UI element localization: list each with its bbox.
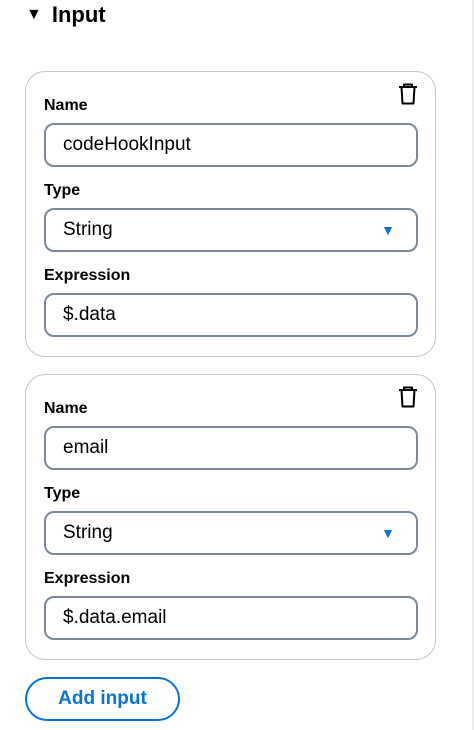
trash-icon[interactable]	[397, 385, 419, 409]
trash-icon[interactable]	[397, 82, 419, 106]
expression-value: $.data	[63, 304, 116, 325]
input-section-header[interactable]: ▼ Input	[26, 0, 106, 30]
type-value: String	[63, 219, 113, 240]
name-input[interactable]: email	[44, 426, 418, 470]
type-label: Type	[44, 485, 81, 502]
caret-down-icon: ▼	[26, 6, 42, 23]
expression-input[interactable]: $.data.email	[44, 596, 418, 640]
name-value: codeHookInput	[63, 134, 191, 155]
expression-input[interactable]: $.data	[44, 293, 418, 337]
name-input[interactable]: codeHookInput	[44, 123, 418, 167]
caret-down-icon: ▼	[381, 525, 395, 541]
expression-label: Expression	[44, 570, 131, 587]
add-input-button[interactable]: Add input	[25, 677, 180, 721]
name-label: Name	[44, 97, 88, 114]
type-value: String	[63, 522, 113, 543]
type-select[interactable]: String ▼	[44, 208, 418, 252]
name-label: Name	[44, 400, 88, 417]
input-card: Name codeHookInput Type String ▼ Express…	[25, 71, 436, 357]
expression-label: Expression	[44, 267, 131, 284]
caret-down-icon: ▼	[381, 222, 395, 238]
type-select[interactable]: String ▼	[44, 511, 418, 555]
type-label: Type	[44, 182, 81, 199]
section-title: Input	[51, 2, 106, 27]
input-card: Name email Type String ▼ Expression $.da…	[25, 374, 436, 660]
name-value: email	[63, 437, 109, 458]
expression-value: $.data.email	[63, 607, 167, 628]
